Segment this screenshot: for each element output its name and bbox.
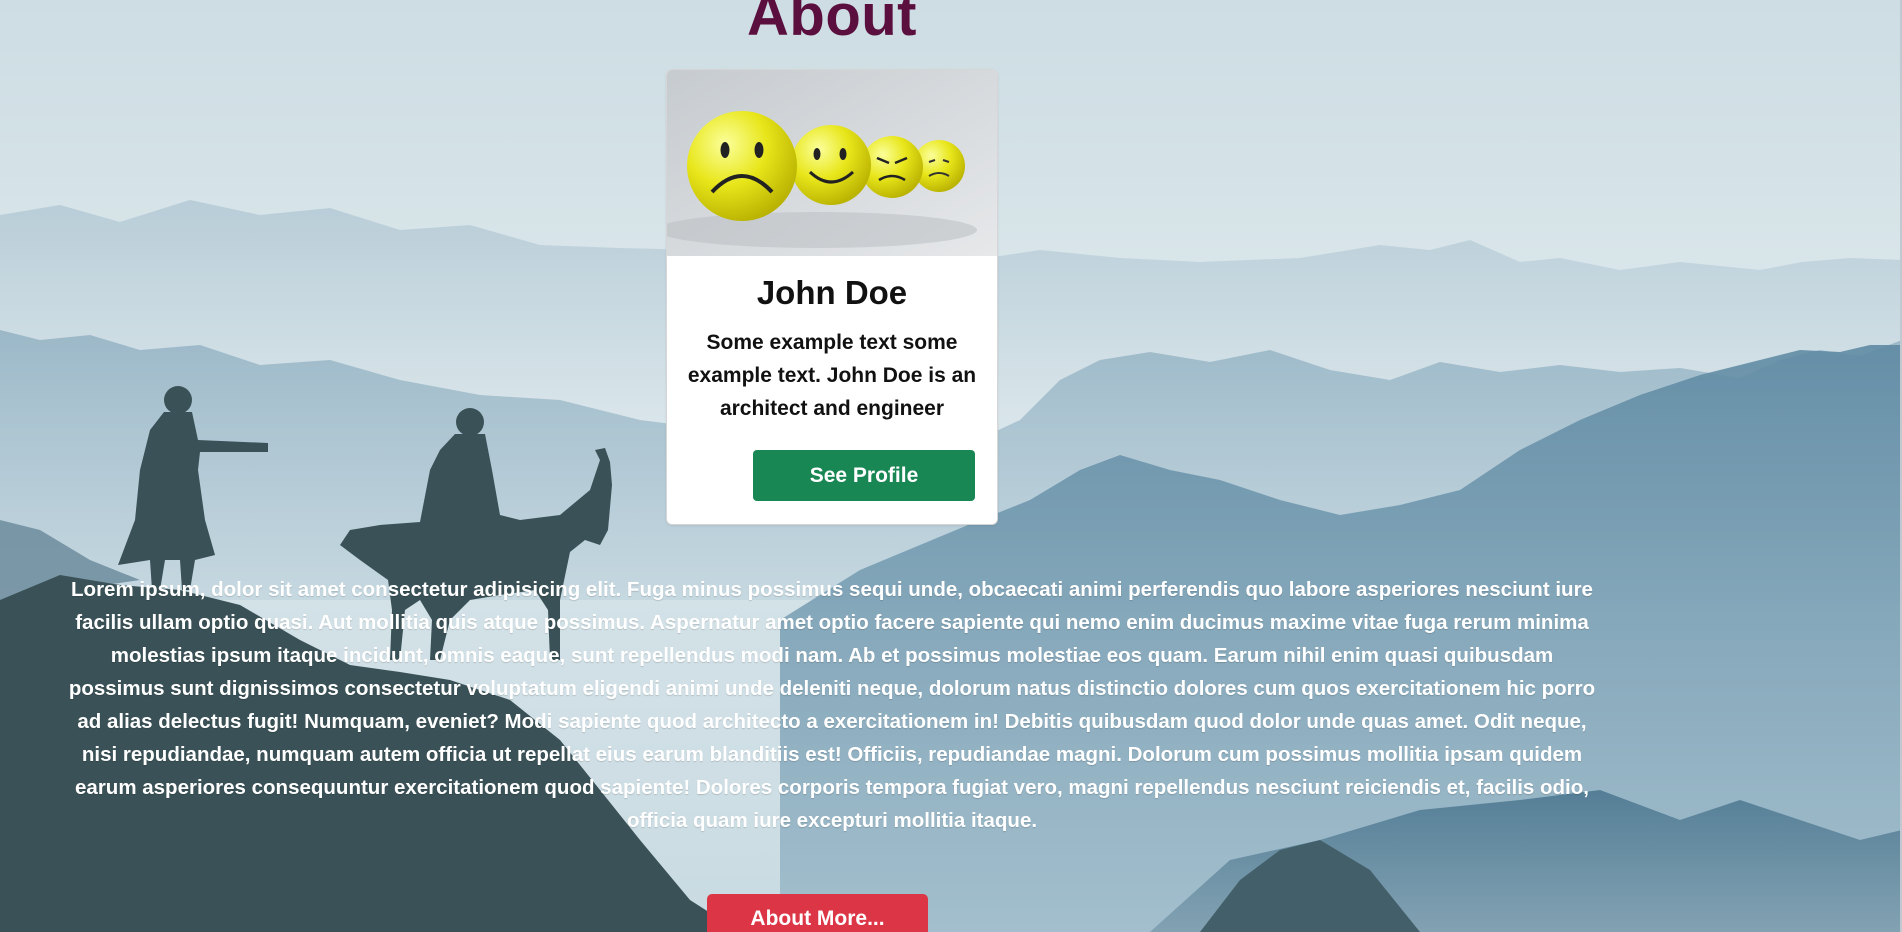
card-name: John Doe: [756, 274, 908, 311]
profile-card: John Doe Some example text some example …: [666, 69, 998, 525]
card-description: Some example text some example text. Joh…: [687, 331, 977, 420]
about-paragraph: Lorem ipsum, dolor sit amet consectetur …: [68, 578, 1596, 832]
emoji-balls-image: [667, 70, 997, 256]
about-more-button[interactable]: About More...: [707, 894, 928, 932]
page-title: About: [747, 0, 917, 48]
see-profile-button[interactable]: See Profile: [753, 450, 975, 501]
